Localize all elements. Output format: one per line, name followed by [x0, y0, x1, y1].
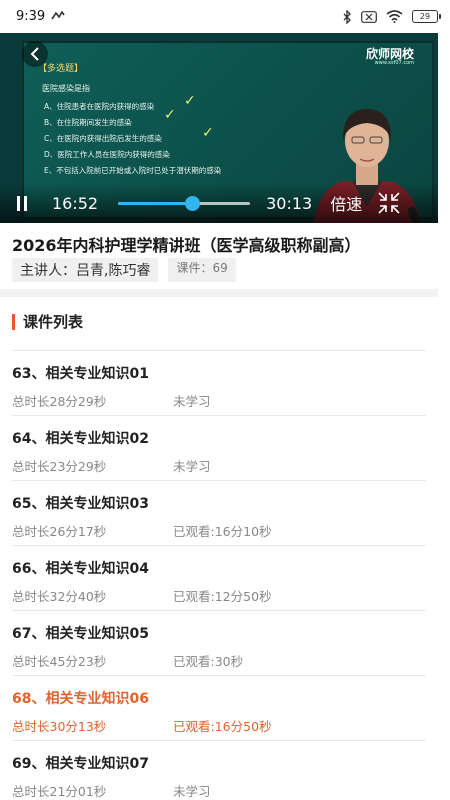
lesson-title: 67、相关专业知识05	[12, 626, 149, 642]
player-controls: 16:52 30:13 倍速	[0, 183, 438, 223]
mute-icon	[361, 10, 377, 23]
total-time: 30:13	[266, 193, 313, 213]
lecturer-label: 主讲人：吕青,陈巧睿	[12, 258, 159, 282]
video-player[interactable]: 【多选题】 医院感染是指 A、住院患者在医院内获得的感染 B、在住院期间发生的感…	[0, 33, 438, 223]
courseware-list-header: 课件列表	[12, 311, 83, 332]
lesson-status: 未学习	[173, 784, 211, 799]
battery-icon: 29	[412, 10, 441, 23]
lesson-status: 已观看:16分10秒	[173, 524, 272, 539]
lesson-duration: 总时长23分29秒	[12, 459, 107, 474]
lesson-title: 66、相关专业知识04	[12, 561, 149, 577]
notification-icon	[51, 10, 65, 24]
section-accent-bar	[12, 313, 15, 330]
lesson-status: 已观看:30秒	[173, 654, 244, 669]
section-divider	[0, 289, 438, 297]
speed-button[interactable]: 倍速	[330, 191, 362, 215]
lesson-item[interactable]: 64、相关专业知识02 总时长23分29秒 未学习	[12, 416, 426, 481]
lesson-item[interactable]: 63、相关专业知识01 总时长28分29秒 未学习	[12, 351, 426, 416]
slide-option: B、在住院期间发生的感染	[44, 118, 132, 127]
lesson-duration: 总时长30分13秒	[12, 719, 107, 734]
check-mark-icon: ✓	[184, 93, 196, 109]
exit-fullscreen-icon[interactable]	[378, 192, 400, 214]
status-time: 9:39	[16, 9, 46, 24]
progress-fill	[118, 201, 193, 205]
courseware-list-title: 课件列表	[23, 313, 84, 331]
lesson-item[interactable]: 67、相关专业知识05 总时长45分23秒 已观看:30秒	[12, 611, 426, 676]
watermark-url: www.xsf07.com	[374, 60, 414, 66]
lesson-title: 65、相关专业知识03	[12, 496, 149, 512]
lesson-duration: 总时长21分01秒	[12, 784, 107, 799]
lesson-status: 未学习	[173, 459, 211, 474]
pause-button[interactable]	[10, 191, 34, 215]
lesson-duration: 总时长45分23秒	[12, 654, 107, 669]
lesson-item[interactable]: 69、相关专业知识07 总时长21分01秒 未学习	[12, 741, 426, 800]
slide-question-type: 【多选题】	[38, 64, 84, 74]
lesson-status: 未学习	[173, 394, 211, 409]
lesson-duration: 总时长32分40秒	[12, 589, 107, 604]
slide-question: 医院感染是指	[42, 84, 90, 93]
status-bar: 9:39 29	[0, 0, 450, 33]
progress-bar[interactable]	[118, 195, 251, 211]
lesson-title: 69、相关专业知识07	[12, 756, 149, 772]
status-icons: 29	[343, 9, 441, 24]
course-title: 2026年内科护理学精讲班（医学高级职称副高）	[12, 236, 361, 255]
lesson-item[interactable]: 65、相关专业知识03 总时长26分17秒 已观看:16分10秒	[12, 481, 426, 546]
slide-option: C、在医院内获得出院后发生的感染	[44, 134, 162, 143]
lesson-title: 68、相关专业知识06	[12, 691, 149, 707]
slide-option: E、不包括入院前已开始或入院时已处于潜伏期的感染	[44, 166, 222, 175]
check-mark-icon: ✓	[202, 125, 214, 141]
lesson-item[interactable]: 68、相关专业知识06 总时长30分13秒 已观看:16分50秒	[12, 676, 426, 741]
back-button[interactable]	[22, 41, 48, 67]
slide-option: D、医院工作人员在医院内获得的感染	[44, 150, 170, 159]
wifi-icon	[386, 10, 403, 23]
lesson-item[interactable]: 66、相关专业知识04 总时长32分40秒 已观看:12分50秒	[12, 546, 426, 611]
check-mark-icon: ✓	[164, 107, 176, 123]
courseware-count-badge: 课件：69	[168, 258, 236, 282]
lesson-duration: 总时长28分29秒	[12, 394, 107, 409]
bluetooth-icon	[343, 9, 352, 24]
progress-knob[interactable]	[185, 195, 201, 211]
lesson-duration: 总时长26分17秒	[12, 524, 107, 539]
current-time: 16:52	[52, 193, 99, 213]
lesson-status: 已观看:12分50秒	[173, 589, 272, 604]
slide-option: A、住院患者在医院内获得的感染	[44, 102, 155, 111]
lesson-title: 63、相关专业知识01	[12, 366, 149, 382]
lesson-status: 已观看:16分50秒	[173, 719, 272, 734]
course-meta: 主讲人：吕青,陈巧睿 课件：69	[12, 258, 236, 282]
lesson-title: 64、相关专业知识02	[12, 431, 149, 447]
